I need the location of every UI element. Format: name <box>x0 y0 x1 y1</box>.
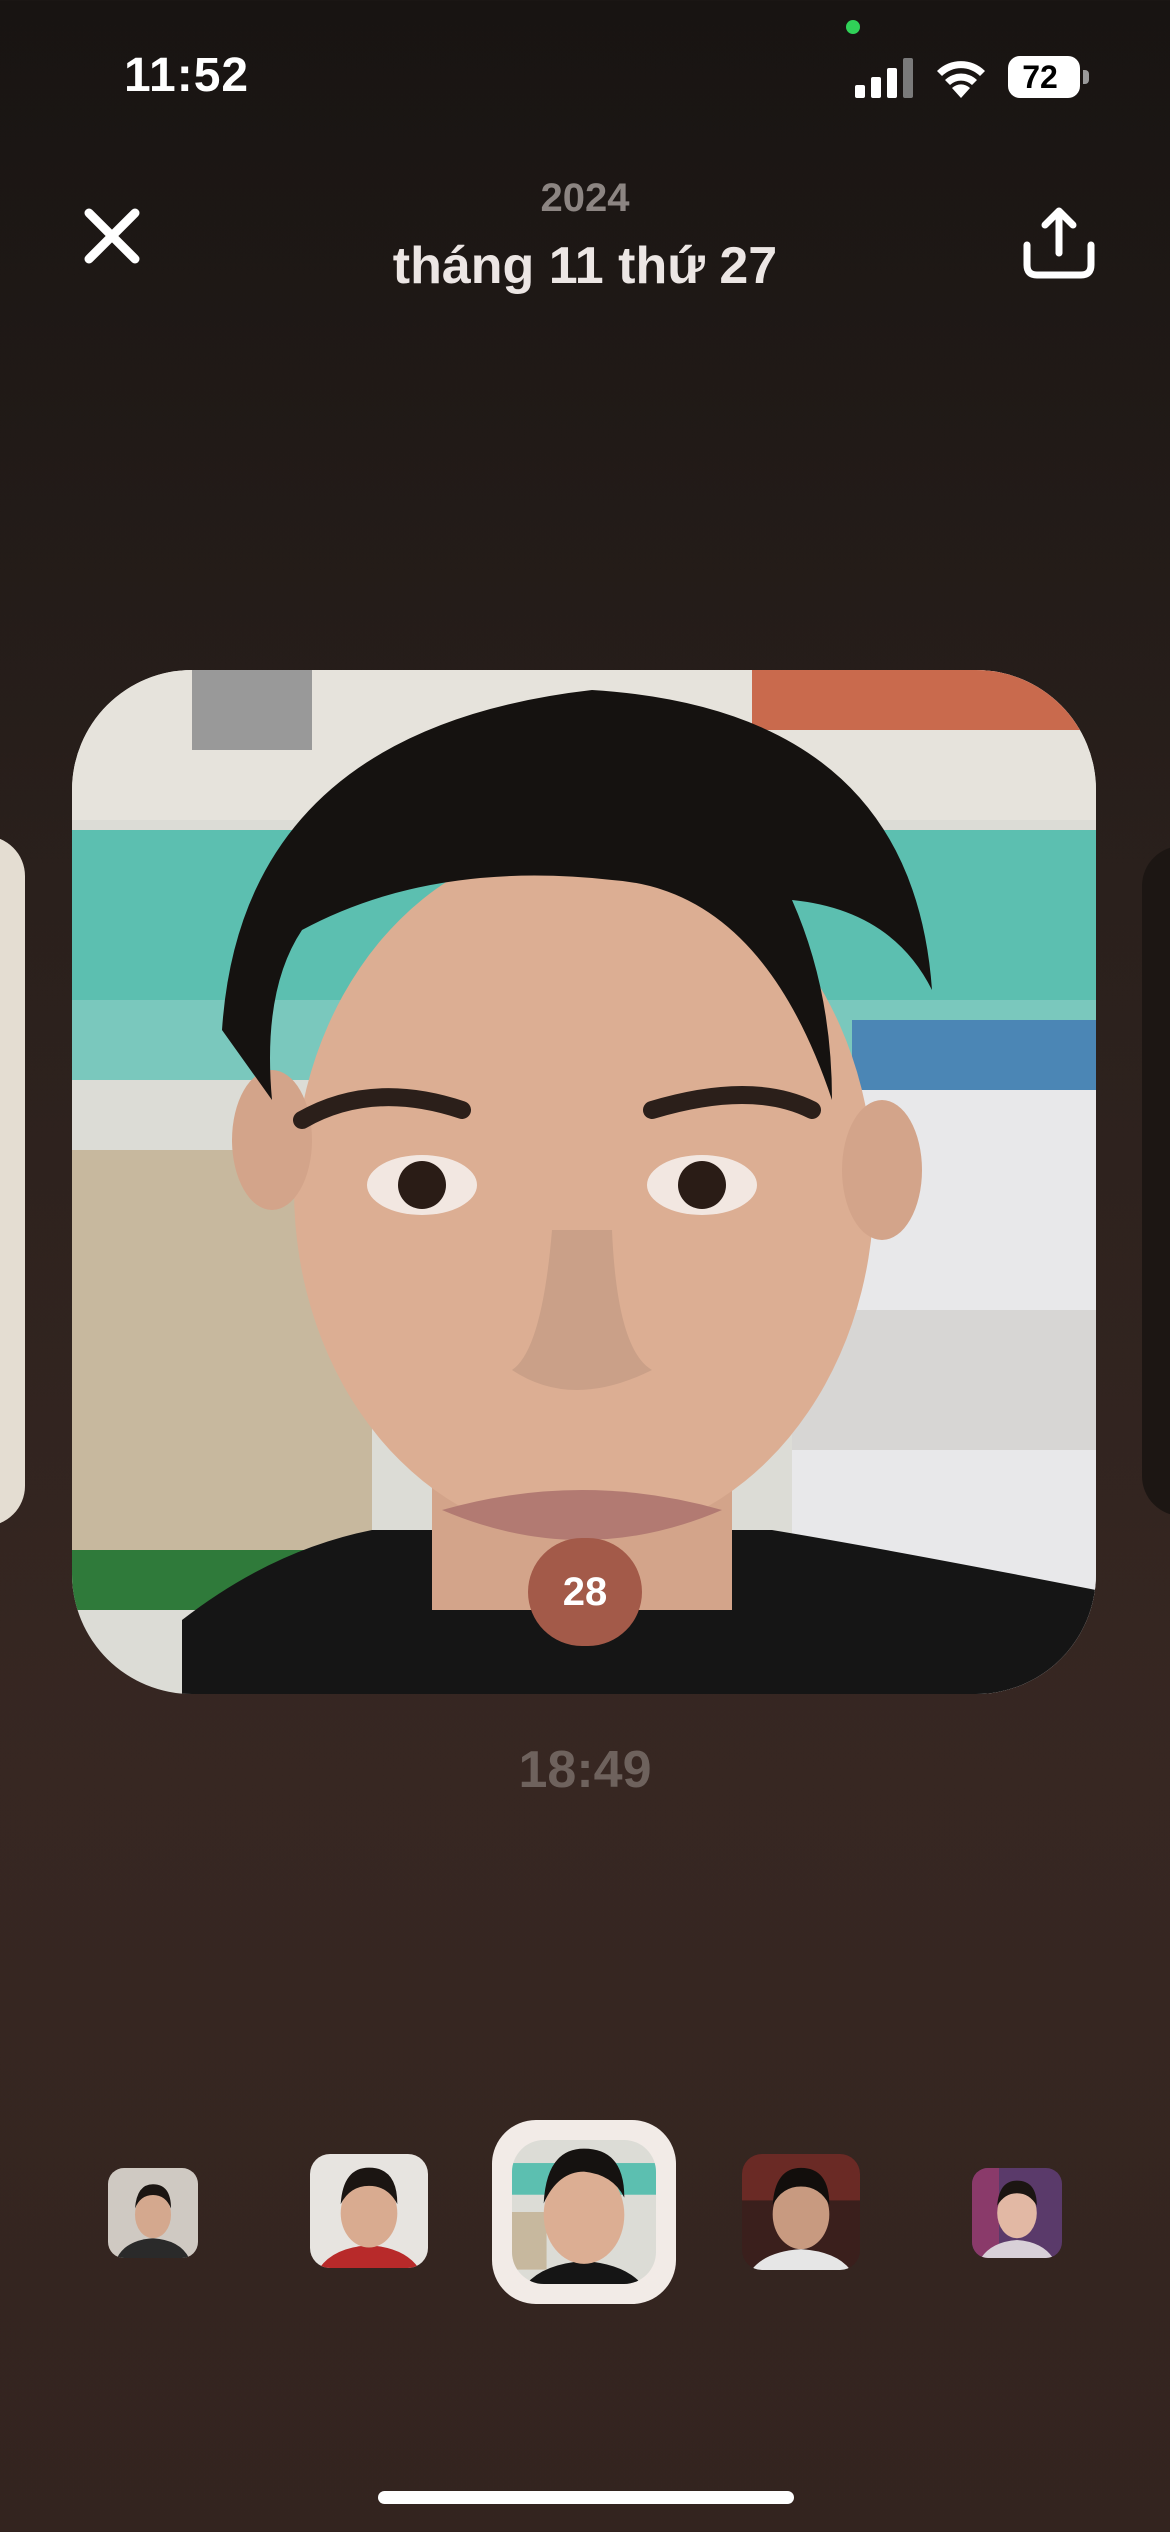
status-time: 11:52 <box>124 49 250 102</box>
battery-level: 72 <box>1022 59 1058 95</box>
thumbnail-photo[interactable] <box>742 2154 860 2270</box>
next-photo-card[interactable] <box>1142 846 1170 1516</box>
thumbnail-image <box>310 2154 428 2268</box>
share-button[interactable] <box>1014 198 1104 288</box>
close-icon <box>84 208 140 264</box>
day-badge: 28 <box>528 1538 642 1646</box>
home-indicator[interactable] <box>378 2491 794 2504</box>
header-year: 2024 <box>540 176 630 220</box>
privacy-indicator-dot <box>846 20 860 34</box>
thumbnail-image <box>108 2168 198 2258</box>
close-button[interactable] <box>76 200 148 272</box>
thumbnail-photo[interactable] <box>972 2168 1062 2258</box>
thumbnail-photo[interactable] <box>310 2154 428 2268</box>
thumbnail-photo[interactable] <box>108 2168 198 2258</box>
share-icon <box>1023 207 1095 279</box>
thumbnail-image <box>512 2140 656 2284</box>
cell-signal-icon <box>855 58 913 98</box>
thumbnail-image <box>972 2168 1062 2258</box>
battery-icon: 72 <box>1008 56 1090 98</box>
photo-time: 18:49 <box>518 1741 652 1799</box>
wifi-icon <box>937 61 985 98</box>
thumbnail-photo-selected[interactable] <box>512 2140 656 2284</box>
thumbnail-image <box>742 2154 860 2270</box>
header-date: tháng 11 thứ 27 <box>392 237 778 295</box>
previous-photo-card[interactable] <box>0 836 25 1526</box>
